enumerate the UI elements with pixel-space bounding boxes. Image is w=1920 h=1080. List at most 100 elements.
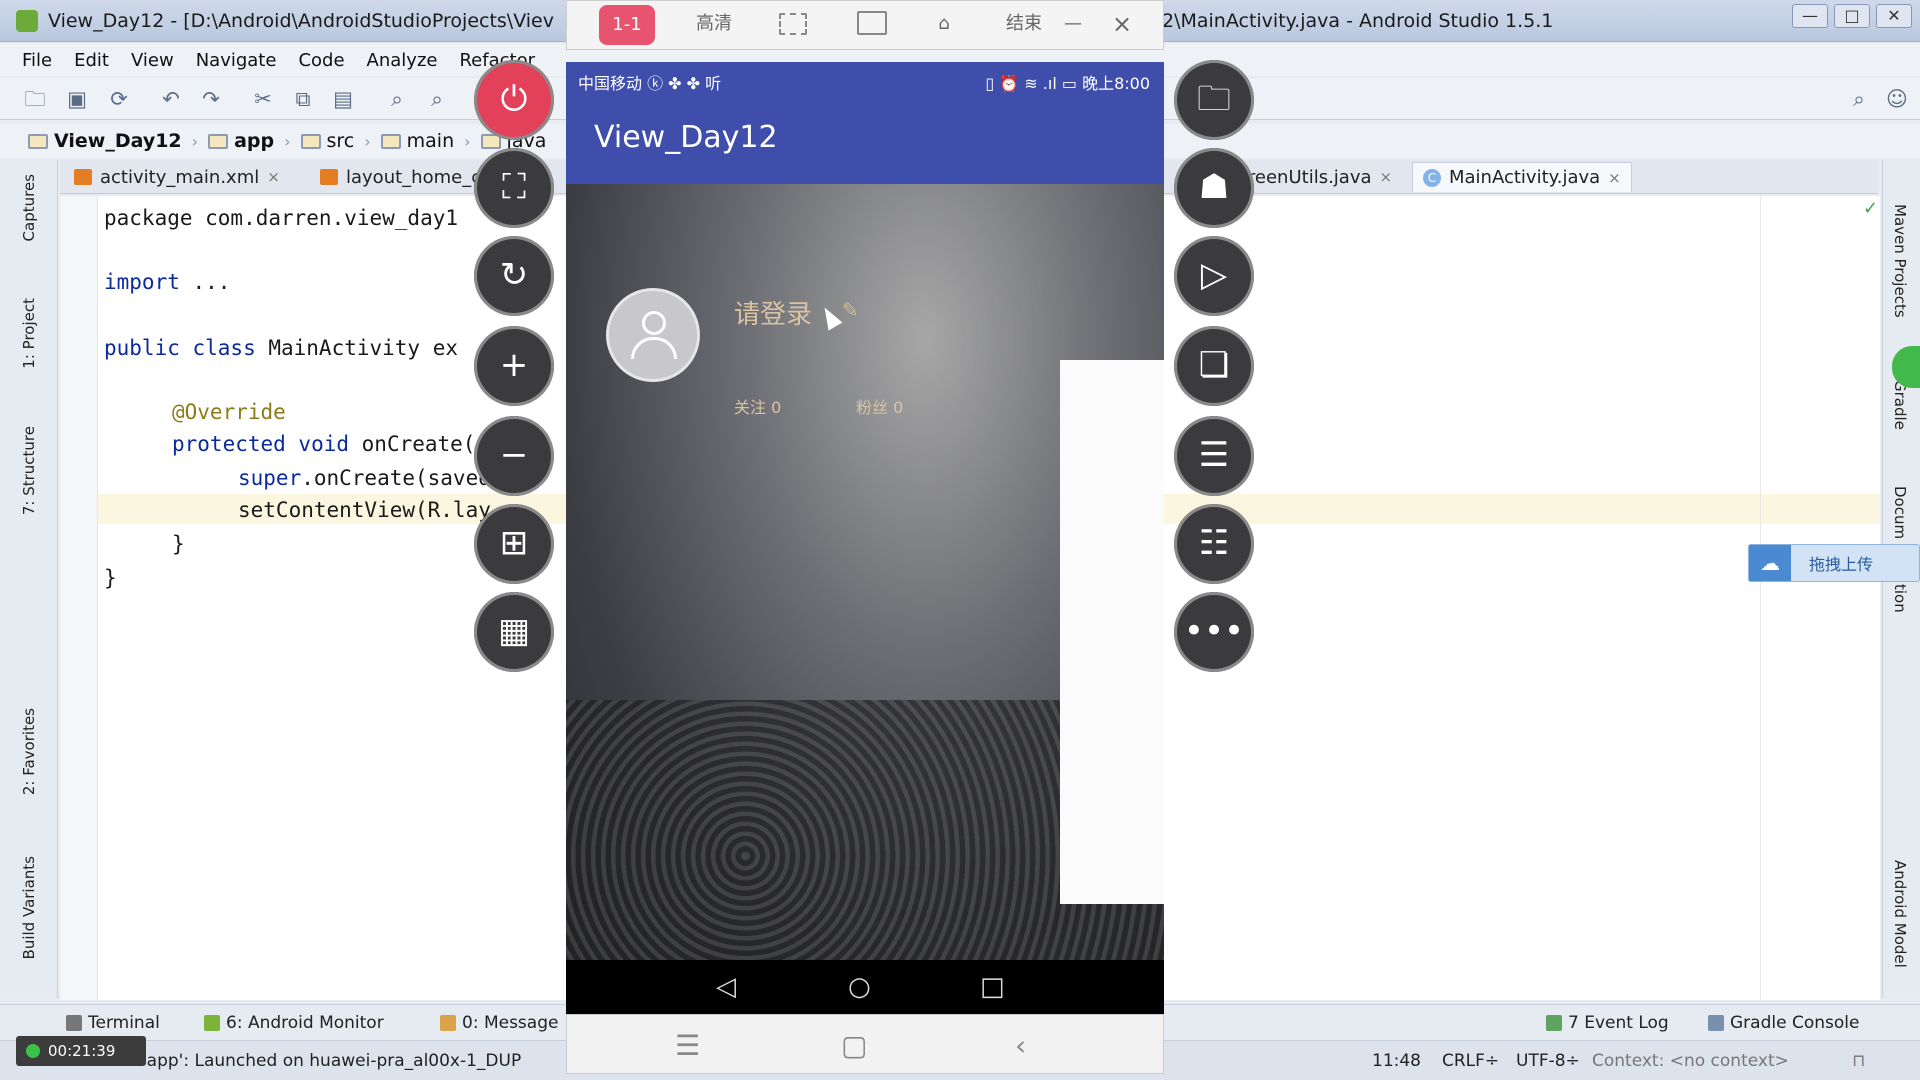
captures-tool[interactable]: Captures [20, 174, 38, 241]
event-log-tool[interactable]: 7 Event Log [1546, 1013, 1669, 1033]
code-line-4: @Override [172, 400, 286, 424]
structure-tool[interactable]: 7: Structure [20, 426, 38, 515]
volume-down-button[interactable]: − [474, 416, 554, 496]
record-video-button[interactable]: ▦ [474, 592, 554, 672]
mirror-toolbar: 1-1 高清 ⌂ 结束 — × [566, 0, 1164, 50]
back-icon[interactable]: ◁ [716, 972, 736, 1002]
menu-file[interactable]: File [22, 50, 52, 71]
file-manager-button[interactable]: 🗀 [1174, 60, 1254, 140]
screenshot-region-icon[interactable] [779, 13, 807, 35]
drag-upload-widget[interactable]: ☁ 拖拽上传 [1748, 544, 1920, 582]
tab-layout-home[interactable]: layout_home_cc [310, 162, 501, 192]
volume-up-button[interactable]: + [474, 326, 554, 406]
menu-code[interactable]: Code [298, 50, 344, 71]
redo-icon[interactable]: ↷ [198, 86, 224, 112]
contacts-button[interactable]: ☷ [1174, 504, 1254, 584]
menu-lines-icon[interactable]: ☰ [675, 1029, 700, 1062]
crumb-project[interactable]: View_Day12 [28, 130, 182, 152]
maximize-button[interactable]: □ [1834, 4, 1870, 28]
search-everywhere-icon[interactable]: ⌕ [1846, 86, 1872, 112]
caret-position[interactable]: 11:48 [1372, 1051, 1421, 1071]
project-tool[interactable]: 1: Project [20, 298, 38, 369]
login-prompt[interactable]: 请登录 [734, 294, 812, 331]
gradle-tool[interactable]: Gradle [1891, 380, 1909, 430]
lock-icon[interactable]: ⊓ [1852, 1051, 1865, 1071]
undo-icon[interactable]: ↶ [158, 86, 184, 112]
close-tab-icon[interactable]: × [1380, 168, 1393, 186]
mouse-cursor-icon [817, 303, 843, 331]
favorites-tool[interactable]: 2: Favorites [20, 708, 38, 795]
window-mode-icon[interactable] [857, 11, 887, 35]
status-message: 'app': Launched on huawei-pra_al00x-1_DU… [142, 1051, 522, 1071]
tab-main-activity[interactable]: C MainActivity.java × [1412, 162, 1632, 192]
back-chevron-icon[interactable]: ‹ [1015, 1029, 1026, 1062]
tab-screen-utils[interactable]: creenUtils.java × [1228, 162, 1402, 192]
folder-icon [380, 133, 401, 149]
mirror-minimize-button[interactable]: — [1063, 11, 1083, 37]
crumb-src[interactable]: src [300, 130, 354, 152]
end-button[interactable]: 结束 [999, 11, 1049, 37]
home-icon[interactable]: ⌂ [929, 11, 959, 37]
minimize-button[interactable]: — [1792, 4, 1828, 28]
rotate-button[interactable]: ↻ [474, 236, 554, 316]
close-window-button[interactable]: ✕ [1876, 4, 1912, 28]
chevron-right-icon: › [284, 131, 291, 151]
context-indicator: Context: <no context> [1592, 1051, 1789, 1071]
avatar[interactable] [606, 288, 700, 382]
android-model-tool[interactable]: Android Model [1891, 860, 1909, 968]
messages-icon [440, 1015, 456, 1031]
save-icon[interactable]: ▣ [64, 86, 90, 112]
phone-screen[interactable]: 中国移动 ⓚ ✤ ✤ 听 ▯ ⏰ ≋ .ıl ▭ 晚上8:00 View_Day… [566, 62, 1164, 1014]
power-button[interactable]: ⏻ [474, 60, 554, 140]
documents-button[interactable]: ❏ [1174, 326, 1254, 406]
recents-icon[interactable]: □ [980, 972, 1005, 1002]
cloud-upload-icon: ☁ [1749, 545, 1791, 581]
edit-pencil-icon[interactable]: ✎ [842, 298, 859, 322]
add-screen-button[interactable]: ⊞ [474, 504, 554, 584]
menu-navigate[interactable]: Navigate [196, 50, 277, 71]
crumb-main[interactable]: main [380, 130, 454, 152]
terminal-tool[interactable]: Terminal [66, 1013, 160, 1033]
maven-projects-tool[interactable]: Maven Projects [1891, 204, 1909, 318]
fullscreen-button[interactable]: ⛶ [474, 148, 554, 228]
android-button[interactable]: ☗ [1174, 148, 1254, 228]
mirror-bottom-bar: ☰ ▢ ‹ [566, 1014, 1164, 1074]
chevron-right-icon: › [364, 131, 371, 151]
home-circle-icon[interactable]: ○ [848, 972, 871, 1002]
close-tab-icon[interactable]: × [1608, 169, 1621, 187]
copy-icon[interactable]: ⧉ [290, 86, 316, 112]
android-monitor-tool[interactable]: 6: Android Monitor [204, 1013, 384, 1033]
event-log-icon [1546, 1015, 1562, 1031]
line-separator[interactable]: CRLF÷ [1442, 1051, 1499, 1071]
close-tab-icon[interactable]: × [267, 168, 280, 186]
home-square-icon[interactable]: ▢ [841, 1029, 867, 1062]
menu-analyze[interactable]: Analyze [367, 50, 438, 71]
file-encoding[interactable]: UTF-8÷ [1516, 1051, 1580, 1071]
inspection-ok-icon: ✓ [1863, 198, 1879, 219]
fans-count[interactable]: 粉丝 0 [856, 394, 903, 418]
crumb-app[interactable]: app [208, 130, 274, 152]
follow-count[interactable]: 关注 0 [734, 394, 781, 418]
find-icon[interactable]: ⌕ [384, 86, 410, 112]
gradle-console-tool[interactable]: Gradle Console [1708, 1013, 1859, 1033]
cut-icon[interactable]: ✂ [250, 86, 276, 112]
menu-view[interactable]: View [131, 50, 174, 71]
menu-edit[interactable]: Edit [74, 50, 109, 71]
replace-icon[interactable]: ⌕ [424, 86, 450, 112]
play-button[interactable]: ▷ [1174, 236, 1254, 316]
build-variants-tool[interactable]: Build Variants [20, 856, 38, 959]
documentation-tool[interactable]: Docum [1891, 486, 1909, 539]
user-icon[interactable]: ☺ [1884, 86, 1910, 112]
folder-icon [300, 133, 321, 149]
messages-tool[interactable]: 0: Message [440, 1013, 558, 1033]
logs-button[interactable]: ☰ [1174, 416, 1254, 496]
paste-icon[interactable]: ▤ [330, 86, 356, 112]
more-button[interactable]: ••• [1174, 592, 1254, 672]
side-panel [1060, 360, 1164, 904]
ratio-button[interactable]: 1-1 [599, 5, 655, 45]
open-folder-icon[interactable]: 🗀 [22, 86, 48, 112]
tab-activity-main-xml[interactable]: activity_main.xml × [64, 162, 290, 192]
hd-button[interactable]: 高清 [689, 11, 739, 37]
sync-icon[interactable]: ⟳ [106, 86, 132, 112]
mirror-close-button[interactable]: × [1107, 11, 1137, 37]
